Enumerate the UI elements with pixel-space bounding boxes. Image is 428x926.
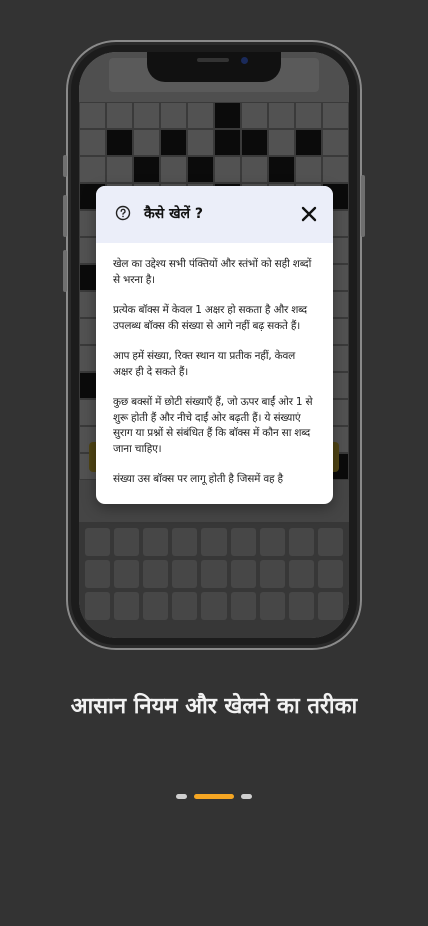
how-to-play-dialog: कैसे खेलें ? खेल का उद्देश्य सभी पंक्तिय… <box>96 186 333 504</box>
rule-paragraph-3: आप हमें संख्या, रिक्त स्थान या प्रतीक नह… <box>113 350 296 378</box>
notch-camera <box>241 57 248 64</box>
rule-paragraph-2: प्रत्येक बॉक्स में केवल 1 अक्षर हो सकता … <box>113 304 307 332</box>
phone-power-button <box>361 175 365 237</box>
notch-speaker <box>197 58 229 62</box>
dialog-body[interactable]: खेल का उद्देश्य सभी पंक्तियों और स्तंभों… <box>96 243 333 503</box>
phone-volume-up <box>63 195 67 237</box>
page-dot-3[interactable] <box>241 794 252 799</box>
close-icon[interactable] <box>301 206 317 222</box>
dialog-header: कैसे खेलें ? <box>96 186 333 243</box>
rule-paragraph-5: संख्या उस बॉक्स पर लागू होती है जिसमें व… <box>113 473 283 485</box>
rule-paragraph-1: खेल का उद्देश्य सभी पंक्तियों और स्तंभों… <box>113 258 312 286</box>
page-dot-2-active[interactable] <box>194 794 234 799</box>
page-dot-1[interactable] <box>176 794 187 799</box>
phone-notch <box>147 52 281 82</box>
help-circle-icon <box>115 205 131 221</box>
dialog-title: कैसे खेलें ? <box>144 206 204 222</box>
phone-mute-switch <box>63 155 67 177</box>
onboarding-caption: आसान नियम और खेलने का तरीका <box>70 694 358 719</box>
rule-paragraph-4: कुछ बक्सों में छोटी संख्याएँ हैं, जो ऊपर… <box>113 396 313 455</box>
phone-volume-down <box>63 250 67 292</box>
